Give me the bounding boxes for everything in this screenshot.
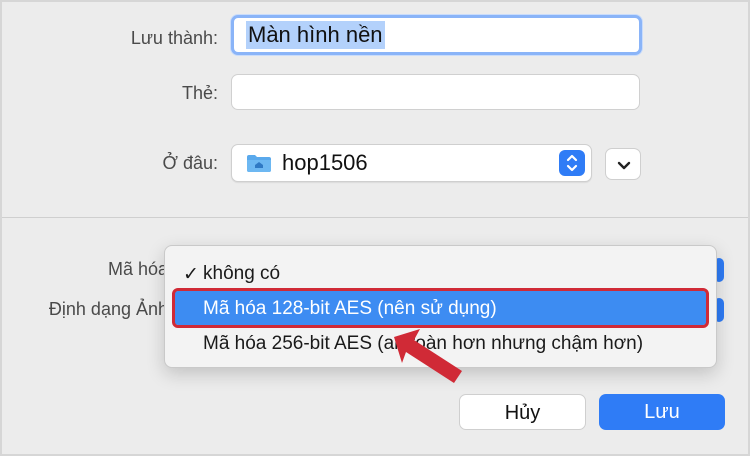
- section-divider: [2, 217, 748, 218]
- image-format-label: Định dạng Ảnh: [48, 299, 168, 319]
- save-dialog: Lưu thành: Màn hình nền Thẻ: Ở đâu: hop1…: [0, 0, 750, 456]
- menu-item-label: Mã hóa 128-bit AES (nên sử dụng): [203, 298, 497, 319]
- save-as-label: Lưu thành:: [130, 28, 218, 48]
- tags-field[interactable]: [231, 74, 640, 110]
- menu-item-none[interactable]: ✓ không có: [173, 256, 708, 290]
- encryption-label: Mã hóa: [107, 259, 168, 279]
- cancel-button[interactable]: Hủy: [459, 394, 586, 430]
- menu-item-label: không có: [203, 263, 281, 284]
- checkmark-icon: ✓: [183, 264, 199, 285]
- where-label: Ở đâu:: [162, 153, 218, 173]
- menu-item-aes-128[interactable]: Mã hóa 128-bit AES (nên sử dụng): [172, 288, 709, 328]
- location-value: hop1506: [282, 150, 368, 175]
- expand-button[interactable]: [605, 148, 641, 180]
- dialog-main-section: Lưu thành: Màn hình nền Thẻ: Ở đâu: hop1…: [2, 2, 748, 217]
- folder-icon: [247, 155, 271, 172]
- save-as-value: Màn hình nền: [246, 21, 385, 49]
- save-button[interactable]: Lưu: [599, 394, 725, 430]
- updown-stepper-icon: [559, 150, 585, 176]
- red-arrow-icon: [394, 329, 462, 383]
- chevron-down-icon: [617, 161, 631, 170]
- location-popup[interactable]: hop1506: [231, 144, 592, 182]
- tags-label: Thẻ:: [181, 83, 218, 103]
- save-as-field[interactable]: Màn hình nền: [231, 15, 642, 55]
